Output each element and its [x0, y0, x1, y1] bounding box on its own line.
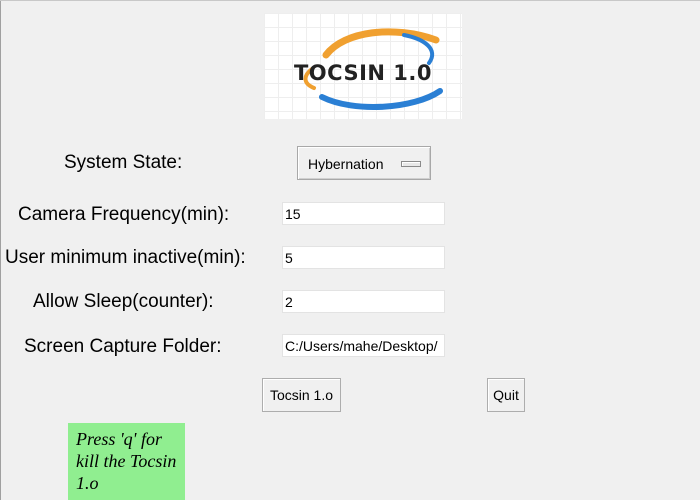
- tocsin-logo: TOCSIN 1.0: [264, 13, 462, 119]
- quit-button[interactable]: Quit: [487, 378, 525, 412]
- allow-sleep-label: Allow Sleep(counter):: [33, 291, 214, 312]
- system-state-dropdown[interactable]: Hybernation: [297, 146, 431, 180]
- camera-frequency-label: Camera Frequency(min):: [18, 204, 230, 225]
- window-top-border: [0, 0, 700, 1]
- tocsin-start-button[interactable]: Tocsin 1.o: [262, 378, 341, 412]
- camera-frequency-input[interactable]: [282, 202, 445, 225]
- capture-folder-input[interactable]: [282, 334, 445, 357]
- user-min-inactive-label: User minimum inactive(min):: [5, 247, 246, 268]
- allow-sleep-input[interactable]: [282, 290, 445, 313]
- capture-folder-label: Screen Capture Folder:: [24, 336, 222, 357]
- system-state-value: Hybernation: [308, 156, 384, 172]
- system-state-label: System State:: [64, 152, 183, 173]
- user-min-inactive-input[interactable]: [282, 246, 445, 269]
- dropdown-indicator-icon: [401, 161, 421, 167]
- window-left-border: [0, 0, 1, 500]
- kill-hint-message: Press 'q' for kill the Tocsin 1.o: [68, 423, 185, 500]
- logo-text: TOCSIN 1.0: [293, 61, 432, 85]
